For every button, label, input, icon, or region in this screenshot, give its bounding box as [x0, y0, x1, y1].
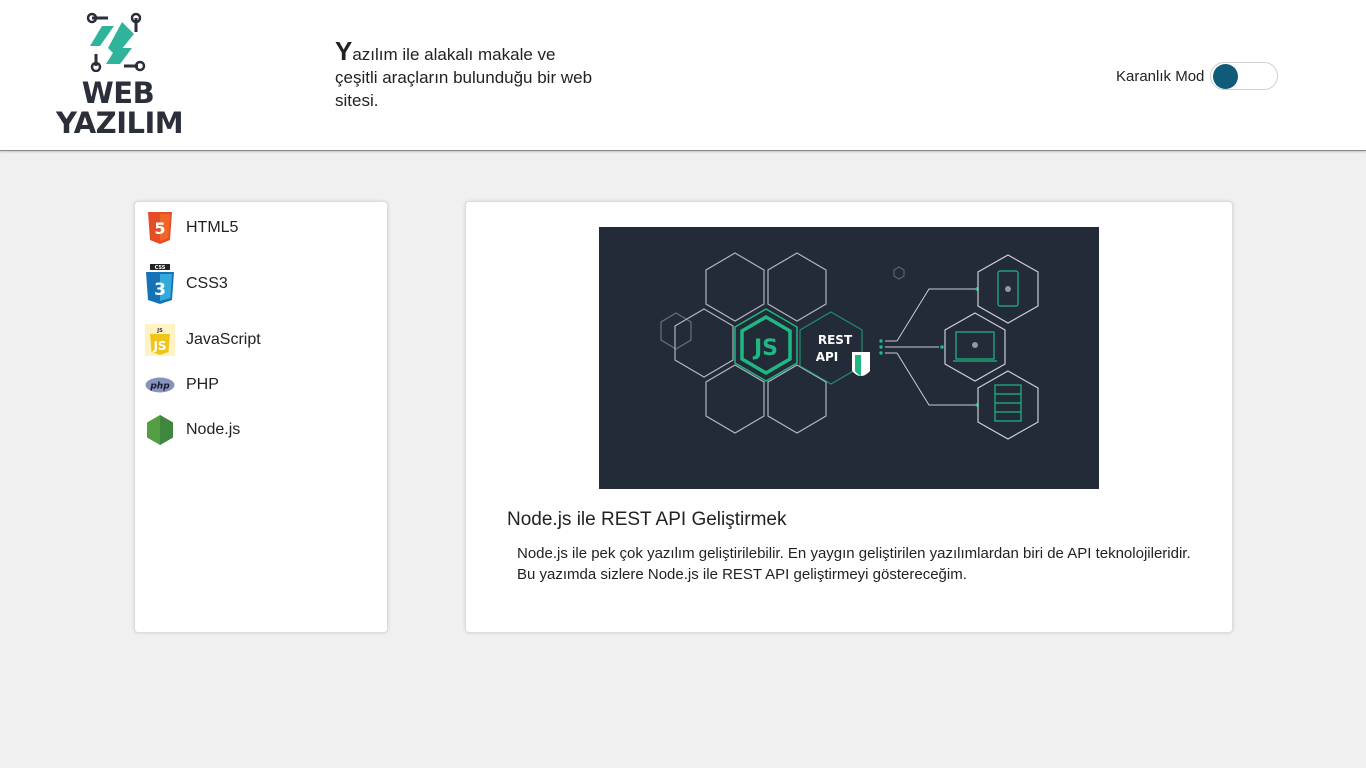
sidebar-item-label: HTML5	[186, 219, 239, 236]
nodejs-rest-api-illustration: JS REST API	[660, 252, 1039, 440]
sidebar-item-css3[interactable]: CSS 3 CSS3	[145, 264, 228, 304]
svg-text:REST: REST	[818, 333, 853, 347]
svg-text:JS: JS	[152, 339, 166, 353]
toggle-knob	[1213, 64, 1239, 89]
article-image[interactable]: JS REST API	[599, 227, 1099, 489]
sidebar-item-label: Node.js	[186, 421, 241, 438]
svg-text:php: php	[149, 382, 170, 392]
logo-mark-icon	[86, 12, 146, 72]
sidebar-item-html5[interactable]: 5 HTML5	[145, 211, 238, 245]
svg-text:API: API	[816, 350, 839, 364]
sidebar-item-nodejs[interactable]: Node.js	[145, 413, 240, 447]
svg-text:JS: JS	[752, 336, 778, 361]
javascript-icon: JS JS	[145, 323, 175, 357]
dark-mode-control: Karanlık Mod	[1116, 61, 1279, 91]
dark-mode-toggle[interactable]	[1210, 62, 1279, 90]
site-tagline: Yazılım ile alakalı makale ve çeşitli ar…	[335, 38, 595, 112]
sidebar-item-javascript[interactable]: JS JS JavaScript	[145, 323, 261, 357]
article-title[interactable]: Node.js ile REST API Geliştirmek	[507, 509, 786, 531]
sidebar-item-label: PHP	[186, 376, 219, 393]
tagline-text: azılım ile alakalı makale ve çeşitli ara…	[335, 45, 593, 110]
category-sidebar: 5 HTML5 CSS 3 CSS3 JS JS JavaScript php …	[134, 201, 388, 633]
sidebar-item-php[interactable]: php PHP	[145, 368, 219, 402]
css3-icon: CSS 3	[145, 264, 175, 304]
article-description: Node.js ile pek çok yazılım geliştirileb…	[517, 545, 1191, 583]
sidebar-item-label: JavaScript	[186, 331, 261, 348]
php-icon: php	[145, 368, 175, 402]
site-header: WEB YAZILIM Yazılım ile alakalı makale v…	[0, 0, 1366, 151]
tagline-initial: Y	[335, 36, 353, 66]
svg-text:CSS: CSS	[155, 265, 166, 271]
logo-text-web: WEB	[81, 76, 155, 110]
svg-text:3: 3	[154, 280, 166, 300]
svg-text:JS: JS	[156, 328, 163, 334]
svg-text:5: 5	[154, 219, 165, 238]
nodejs-icon	[145, 413, 175, 447]
sidebar-item-label: CSS3	[186, 275, 228, 292]
logo-text-yazilim: YAZILIM	[56, 106, 184, 140]
article-card[interactable]: JS REST API Node.js ile REST API Gelişti…	[465, 201, 1233, 633]
dark-mode-label: Karanlık Mod	[1116, 67, 1205, 85]
site-logo[interactable]: WEB YAZILIM	[56, 12, 184, 140]
html5-icon: 5	[145, 211, 175, 245]
